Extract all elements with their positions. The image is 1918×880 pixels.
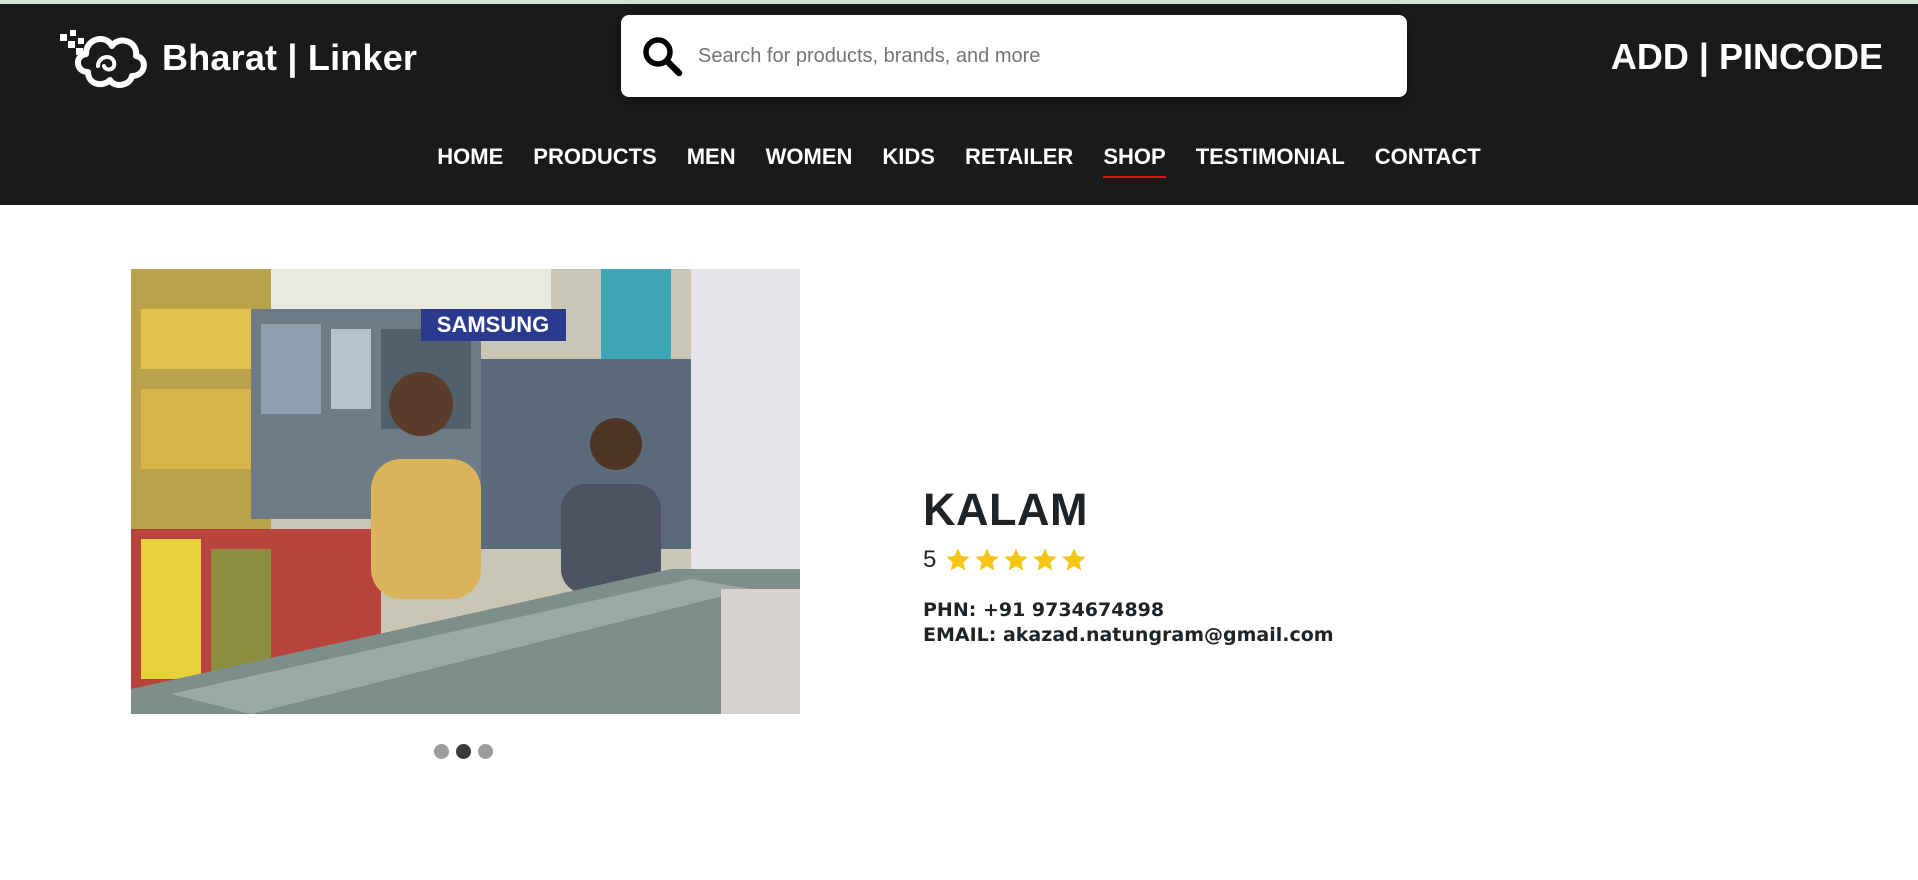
nav-kids[interactable]: KIDS xyxy=(882,144,935,178)
carousel-dot-1[interactable] xyxy=(434,744,449,759)
cloud-logo-icon xyxy=(60,30,147,88)
search-input[interactable] xyxy=(698,26,1407,86)
shop-name: KALAM xyxy=(923,484,1088,535)
star-icon xyxy=(975,548,1000,571)
samsung-sign: SAMSUNG xyxy=(437,312,549,337)
star-icon xyxy=(946,548,971,571)
shop-phone: PHN: +91 9734674898 xyxy=(923,599,1165,621)
site-header: Bharat | Linker ADD | PINCODE HOME PRODU… xyxy=(0,4,1918,205)
carousel-dot-3[interactable] xyxy=(478,744,493,759)
shop-info: KALAM 5 PHN: +91 9734674898 EMAIL: akaza… xyxy=(923,484,1334,648)
nav-men[interactable]: MEN xyxy=(687,144,736,178)
main-nav: HOME PRODUCTS MEN WOMEN KIDS RETAILER SH… xyxy=(0,144,1918,178)
nav-products[interactable]: PRODUCTS xyxy=(533,144,656,178)
carousel-dot-2[interactable] xyxy=(456,744,471,759)
shop-image-carousel[interactable]: SAMSUNG xyxy=(131,269,800,714)
search-icon xyxy=(643,37,683,77)
brand-logo-link[interactable]: Bharat | Linker xyxy=(58,26,417,90)
nav-contact[interactable]: CONTACT xyxy=(1375,144,1481,178)
brand-name: Bharat | Linker xyxy=(162,37,418,78)
nav-testimonial[interactable]: TESTIMONIAL xyxy=(1196,144,1345,178)
carousel-dots xyxy=(434,744,493,759)
star-icon xyxy=(1004,548,1029,571)
add-pincode-button[interactable]: ADD | PINCODE xyxy=(1611,36,1883,78)
nav-home[interactable]: HOME xyxy=(437,144,503,178)
search-button[interactable] xyxy=(631,15,693,97)
search-bar xyxy=(621,15,1407,97)
shop-email: EMAIL: akazad.natungram@gmail.com xyxy=(923,624,1334,646)
nav-retailer[interactable]: RETAILER xyxy=(965,144,1073,178)
shop-photo: SAMSUNG xyxy=(131,269,800,714)
star-icon xyxy=(1033,548,1058,571)
nav-shop[interactable]: SHOP xyxy=(1103,144,1166,178)
nav-women[interactable]: WOMEN xyxy=(766,144,853,178)
shop-rating: 5 xyxy=(923,546,1334,574)
rating-value: 5 xyxy=(923,546,937,573)
star-icon xyxy=(1062,548,1087,571)
shop-contact: PHN: +91 9734674898 EMAIL: akazad.natung… xyxy=(923,598,1334,648)
